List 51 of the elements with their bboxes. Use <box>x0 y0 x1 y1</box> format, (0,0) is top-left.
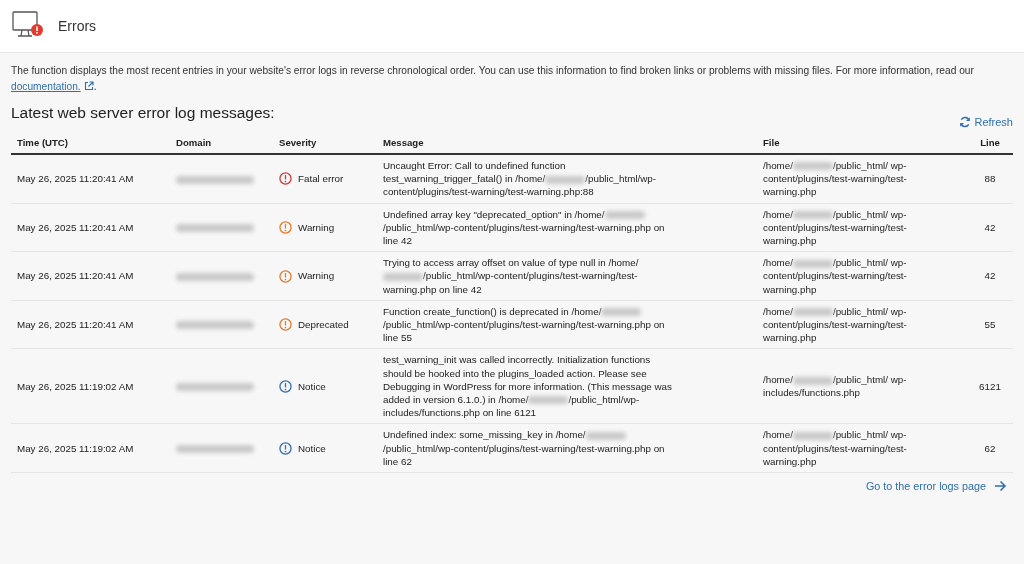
time-cell: May 26, 2025 11:19:02 AM <box>11 348 170 424</box>
time-cell: May 26, 2025 11:20:41 AM <box>11 300 170 349</box>
exclamation-circle-icon <box>279 172 292 186</box>
time-cell: May 26, 2025 11:19:02 AM <box>11 423 170 473</box>
arrow-right-icon <box>994 480 1007 493</box>
column-header: File <box>757 132 967 154</box>
column-header: Line <box>967 132 1013 154</box>
severity-label: Warning <box>298 269 335 283</box>
line-cell: 88 <box>967 154 1013 204</box>
column-header: Time (UTC) <box>11 132 170 154</box>
severity-label: Notice <box>298 441 326 455</box>
column-header: Message <box>377 132 757 154</box>
file-path: /home/ /public_html/ wp-content/plugins/test-warning/test-warning.php <box>763 428 908 469</box>
exclamation-circle-icon <box>279 379 292 393</box>
severity-label: Deprecated <box>298 318 349 332</box>
message-text: Function create_function() is deprecated in /home/ /public_html/wp-content/plugins/test-warning/test-warning.php on line 55 <box>383 304 666 345</box>
message-text: Undefined array key "deprecated_option" in /home/ /public_html/wp-content/plugins/test-warning/test-warning.php on line 42 <box>383 207 666 248</box>
file-path: /home/ /public_html/ wp-content/plugins/test-warning/test-warning.php <box>763 207 908 248</box>
exclamation-circle-icon <box>279 441 292 455</box>
message-text: test_warning_init was called incorrectly. Initialization functions should be hooked into the plugins_loaded action. Please see Debugging in WordPress for more information. (This message was added in version 6.1.0.) in /home/ /public_html/wp-includes/functions.php on line 6121 <box>383 353 673 420</box>
error-logs-link[interactable]: Go to the error logs page <box>865 480 1007 493</box>
message-text: Trying to access array offset on value of type null in /home/ /public_html/wp-content/plugins/test-warning/test-warning.php on line 42 <box>383 256 640 296</box>
line-cell: 6121 <box>967 348 1013 424</box>
message-text: Undefined index: some_missing_key in /home/ /public_html/wp-content/plugins/test-warning/test-warning.php on line 62 <box>383 428 666 469</box>
file-path: /home/ /public_html/ wp-content/plugins/test-warning/test-warning.php <box>763 304 908 345</box>
intro-text: The function displays the most recent entries in your website's error logs in reverse chronological order. You can use this information to find broken links or problems with missing files. For more information, read our documentation. . <box>11 64 975 94</box>
severity-label: Notice <box>298 379 326 394</box>
exclamation-circle-icon <box>279 318 292 332</box>
page-title: Errors <box>58 18 97 34</box>
line-cell: 62 <box>967 423 1013 473</box>
time-cell: May 26, 2025 11:20:41 AM <box>11 203 170 252</box>
severity-label: Warning <box>298 220 335 234</box>
time-cell: May 26, 2025 11:20:41 AM <box>11 154 170 204</box>
refresh-button[interactable]: Refresh <box>959 116 1013 128</box>
severity-label: Fatal error <box>298 172 344 186</box>
file-path: /home/ /public_html/ wp-includes/functions.php <box>763 373 908 400</box>
line-cell: 55 <box>967 300 1013 349</box>
column-header: Domain <box>170 132 273 154</box>
external-link-icon <box>83 81 94 91</box>
line-cell: 42 <box>967 203 1013 252</box>
exclamation-circle-icon <box>279 269 292 283</box>
exclamation-circle-icon <box>279 220 292 234</box>
time-cell: May 26, 2025 11:20:41 AM <box>11 251 170 301</box>
column-header: Severity <box>273 132 377 154</box>
documentation-link[interactable]: documentation. <box>11 81 94 92</box>
file-path: /home/ /public_html/ wp-content/plugins/test-warning/test-warning.php <box>763 256 908 296</box>
file-path: /home/ /public_html/ wp-content/plugins/test-warning/test-warning.php <box>763 159 908 199</box>
message-text: Uncaught Error: Call to undefined function test_warning_trigger_fatal() in /home/ /public_html/wp-content/plugins/test-warning/test-warning.php:88 <box>383 159 658 199</box>
line-cell: 42 <box>967 251 1013 301</box>
section-heading: Latest web server error log messages: <box>11 104 275 122</box>
refresh-icon <box>959 116 972 128</box>
